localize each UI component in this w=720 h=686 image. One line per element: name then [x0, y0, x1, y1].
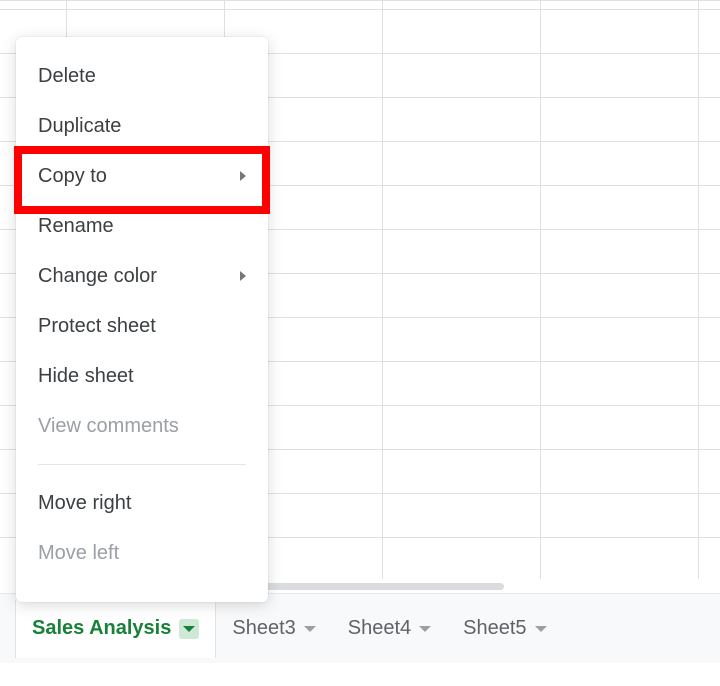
- menu-item-protect-sheet[interactable]: Protect sheet: [16, 301, 268, 351]
- sheet-tab-sheet5[interactable]: Sheet5: [447, 600, 562, 658]
- submenu-arrow-icon: [240, 171, 246, 181]
- sheet-tab-sheet3[interactable]: Sheet3: [216, 600, 331, 658]
- sheet-tab-menu-button[interactable]: [179, 619, 199, 639]
- menu-item-label: Duplicate: [38, 115, 121, 138]
- caret-down-icon: [535, 626, 547, 632]
- sheet-tab-sales-analysis[interactable]: Sales Analysis: [15, 600, 216, 658]
- sheet-tab-bar: Sales Analysis Sheet3 Sheet4 Sheet5: [0, 593, 720, 663]
- menu-item-hide-sheet[interactable]: Hide sheet: [16, 351, 268, 401]
- menu-item-label: Protect sheet: [38, 315, 156, 338]
- menu-item-change-color[interactable]: Change color: [16, 251, 268, 301]
- caret-down-icon: [419, 626, 431, 632]
- sheet-tab-label: Sheet3: [232, 617, 295, 640]
- caret-down-icon: [304, 626, 316, 632]
- menu-item-copy-to[interactable]: Copy to: [16, 151, 268, 201]
- sheet-context-menu: Delete Duplicate Copy to Rename Change c…: [16, 37, 268, 602]
- menu-item-label: Copy to: [38, 165, 107, 188]
- submenu-arrow-icon: [240, 271, 246, 281]
- menu-item-label: View comments: [38, 415, 179, 438]
- menu-item-label: Rename: [38, 215, 114, 238]
- menu-item-label: Hide sheet: [38, 365, 134, 388]
- caret-down-icon: [183, 626, 195, 632]
- menu-item-label: Delete: [38, 65, 96, 88]
- bottom-strip: [0, 663, 720, 686]
- menu-item-rename[interactable]: Rename: [16, 201, 268, 251]
- menu-item-label: Move left: [38, 542, 119, 565]
- sheet-tab-label: Sales Analysis: [32, 617, 171, 640]
- menu-separator: [38, 464, 246, 465]
- sheet-tab-label: Sheet4: [348, 617, 411, 640]
- menu-item-move-right[interactable]: Move right: [16, 478, 268, 528]
- menu-item-duplicate[interactable]: Duplicate: [16, 101, 268, 151]
- sheet-tab-label: Sheet5: [463, 617, 526, 640]
- menu-item-move-left: Move left: [16, 528, 268, 578]
- menu-item-label: Change color: [38, 265, 157, 288]
- menu-item-view-comments: View comments: [16, 401, 268, 451]
- sheet-tab-sheet4[interactable]: Sheet4: [332, 600, 447, 658]
- menu-item-delete[interactable]: Delete: [16, 51, 268, 101]
- menu-item-label: Move right: [38, 492, 131, 515]
